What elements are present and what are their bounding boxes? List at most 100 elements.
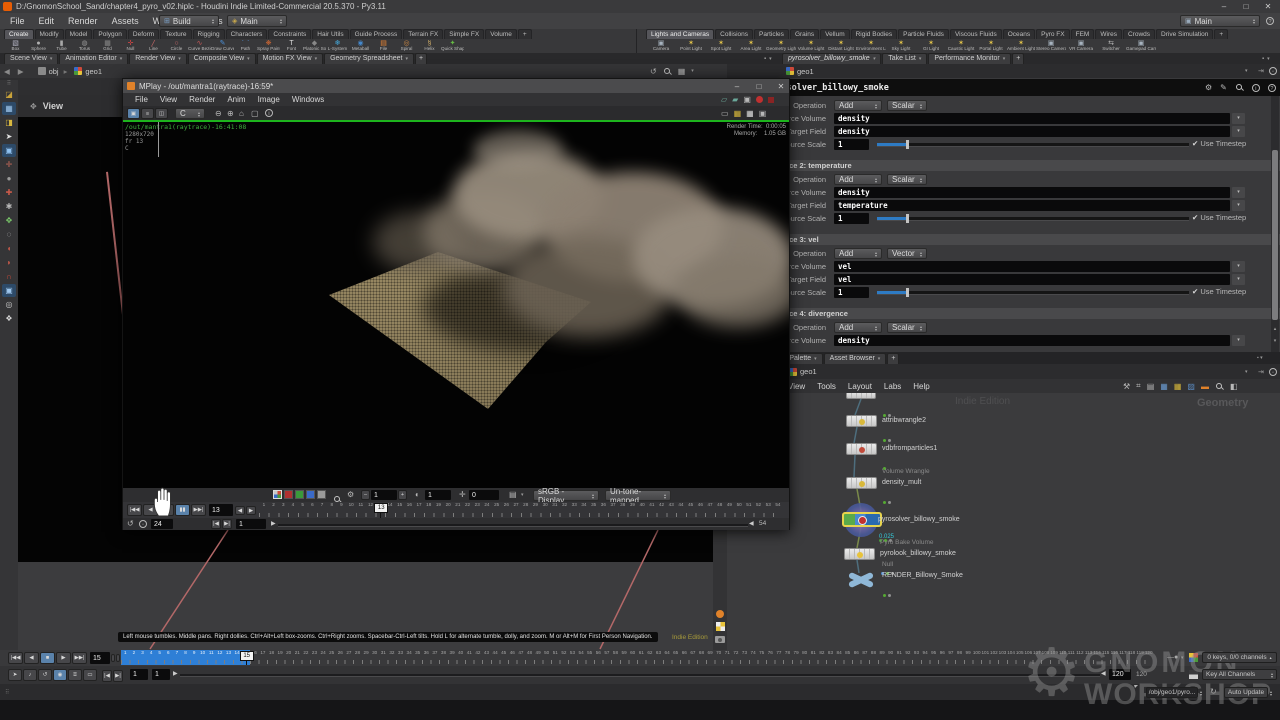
stow-handle-icon[interactable]: ⠿ xyxy=(0,80,18,87)
shelf-tab-vellum[interactable]: Vellum xyxy=(820,29,850,39)
shelf-tab-polygon[interactable]: Polygon xyxy=(93,29,127,39)
shelf-tool-circle[interactable]: ○Circle xyxy=(165,40,188,53)
tab-caret-icon[interactable]: ▾ xyxy=(247,54,250,64)
colorspace-select[interactable]: sRGB - Display▴▾ xyxy=(533,490,599,501)
pane-menu-icon[interactable]: ▪ xyxy=(764,56,766,62)
target_field-field-1[interactable]: density xyxy=(834,126,1230,137)
network-node-pyrolook_billowy_smoke[interactable] xyxy=(844,548,875,560)
network-node-partial[interactable] xyxy=(846,393,876,399)
shelf-tab-volume[interactable]: Volume xyxy=(485,29,517,39)
snap-tool-icon[interactable]: ✱ xyxy=(2,200,16,213)
pane-tab-scene-view[interactable]: Scene View▾ xyxy=(4,53,58,64)
auto-update-updn-icon[interactable]: ▴▾ xyxy=(1270,690,1272,696)
snapshot-tool-icon[interactable]: ◨ xyxy=(2,116,16,129)
pane-tab--[interactable]: + xyxy=(1012,53,1024,64)
mplay-loop-icon[interactable]: ↺ xyxy=(127,519,134,528)
source_volume-field-3[interactable]: vel xyxy=(834,261,1230,272)
shelf-tab-fem[interactable]: FEM xyxy=(1071,29,1095,39)
home-icon[interactable]: ⌂ xyxy=(239,109,244,118)
mplay-close-button[interactable]: ✕ xyxy=(773,82,789,91)
grid-toggle-icon[interactable] xyxy=(716,622,725,631)
target_field-menu-icon-1[interactable]: ▾ xyxy=(1232,126,1245,137)
network-menu-help[interactable]: Help xyxy=(907,382,935,391)
shelf-tool-point-light[interactable]: ✶Point Light xyxy=(676,40,706,53)
fit-icon[interactable]: ▢ xyxy=(251,109,259,118)
shelf-tab-pyro-fx[interactable]: Pyro FX xyxy=(1036,29,1069,39)
shelf-tool-path[interactable]: ⌒Path xyxy=(234,40,257,53)
shelf-tool-area-light[interactable]: ✶Area Light xyxy=(736,40,766,53)
network-canvas[interactable]: Indie Edition Geometry attribwrangle2vdb… xyxy=(727,393,1280,650)
dopesheet-icon[interactable]: ⌸ xyxy=(68,669,82,681)
pane-tab-pyrosolver-billowy-smoke[interactable]: pyrosolver_billowy_smoke▾ xyxy=(782,53,881,64)
key-all-channels-button[interactable]: Key All Channels▴▾ xyxy=(1202,669,1277,680)
keyframe-icon[interactable] xyxy=(1189,670,1198,679)
network-path-caret-icon[interactable]: ▾ xyxy=(1245,369,1248,375)
shelf-tab-constraints[interactable]: Constraints xyxy=(268,29,311,39)
network-display-icon[interactable]: ◧ xyxy=(1230,382,1238,391)
maximize-button[interactable]: □ xyxy=(1238,2,1254,11)
source-scale-slider-track-3[interactable] xyxy=(877,291,1189,295)
shelf-tool-quick-shapes[interactable]: ✦Quick Shapes xyxy=(441,40,464,53)
mplay-fps-field[interactable]: 24 xyxy=(151,519,173,529)
timeline-ruler[interactable]: 1234567891011121314151617181920212223242… xyxy=(121,650,1153,665)
mid-tab-asset-browser[interactable]: Asset Browser▾ xyxy=(824,353,887,364)
path-caret-icon[interactable]: ▾ xyxy=(691,68,694,74)
color-palette-yellow-icon[interactable]: ▦ xyxy=(1174,382,1182,391)
shelf-tab-particle-fluids[interactable]: Particle Fluids xyxy=(898,29,949,39)
record-icon[interactable] xyxy=(756,96,763,103)
shelf-tool-vr-camera[interactable]: ▣VR Camera xyxy=(1066,40,1096,53)
source-scale-field-3[interactable]: 1 xyxy=(834,287,869,298)
desktop-right-select[interactable]: ▣Main▴▾ xyxy=(1180,15,1260,27)
param-scrollbar-thumb[interactable] xyxy=(1272,150,1278,320)
snapshot-dot-icon[interactable] xyxy=(716,610,724,618)
operation-select-3[interactable]: Add▴▾ xyxy=(834,248,882,259)
shelf-tool-tube[interactable]: ▮Tube xyxy=(50,40,73,53)
forward-icon[interactable]: ▶ xyxy=(14,67,28,76)
source_volume-field-4[interactable]: density xyxy=(834,335,1230,346)
mplay-slider-right-handle[interactable]: ◀ xyxy=(749,520,754,527)
stop-button[interactable]: ■ xyxy=(40,652,55,664)
source-scale-field-2[interactable]: 1 xyxy=(834,213,869,224)
shelf-tab-hair-utils[interactable]: Hair Utils xyxy=(312,29,348,39)
lut-icon[interactable]: ▤ xyxy=(509,490,517,499)
tonemap-select[interactable]: Un-tone-mapped▴▾ xyxy=(605,490,671,501)
shelf-tool-font[interactable]: TFont xyxy=(280,40,303,53)
mid-tab-+[interactable]: + xyxy=(887,353,899,364)
shelf-tool-spiral[interactable]: ◎Spiral xyxy=(395,40,418,53)
target_field-menu-icon-2[interactable]: ▾ xyxy=(1232,200,1245,211)
breadcrumb-obj[interactable]: obj xyxy=(36,67,59,76)
source-scale-slider-track-1[interactable] xyxy=(877,143,1189,147)
alpha-channel-icon[interactable] xyxy=(317,490,326,499)
pane-tab-animation-editor[interactable]: Animation Editor▾ xyxy=(59,53,128,64)
mplay-maximize-button[interactable]: □ xyxy=(751,82,767,91)
filmstrip-icon[interactable]: ≡ xyxy=(141,108,154,119)
node-flag-icon[interactable] xyxy=(883,594,886,597)
tab-caret-icon[interactable]: ▾ xyxy=(120,54,123,64)
mplay-slider-track[interactable] xyxy=(278,524,748,527)
control-gear-icon[interactable]: ⚙ xyxy=(347,490,354,499)
shelf-tab-deform[interactable]: Deform xyxy=(128,29,159,39)
network-target-icon[interactable]: ◦ xyxy=(1269,368,1277,376)
shelf-tool-geometry-light[interactable]: ✶Geometry Light xyxy=(766,40,796,53)
go-start-button[interactable]: |◀◀ xyxy=(8,652,23,664)
tab-caret-icon[interactable]: ▾ xyxy=(873,54,876,64)
tab-caret-icon[interactable]: ▾ xyxy=(919,54,922,64)
current-frame-field[interactable]: 15 xyxy=(90,652,110,664)
wrench-icon[interactable]: ⚒ xyxy=(1123,382,1130,391)
shelf-tool-distant-light[interactable]: ✶Distant Light xyxy=(826,40,856,53)
target_field-menu-icon-3[interactable]: ▾ xyxy=(1232,274,1245,285)
network-node-pyrosolver_billowy_smoke[interactable] xyxy=(842,512,882,527)
sim-cache-icon[interactable]: ▭ xyxy=(83,669,97,681)
shelf-tab-guide-process[interactable]: Guide Process xyxy=(350,29,403,39)
mplay-menu-anim[interactable]: Anim xyxy=(221,95,251,104)
shelf-tool-spot-light[interactable]: ✶Spot Light xyxy=(706,40,736,53)
shelf-tab-create[interactable]: Create xyxy=(4,29,34,39)
target_field-field-3[interactable]: vel xyxy=(834,274,1230,285)
magnet-3-icon[interactable]: ∩ xyxy=(2,270,16,283)
pane-tab-composite-view[interactable]: Composite View▾ xyxy=(188,53,256,64)
shelf-tab-lights-and-cameras[interactable]: Lights and Cameras xyxy=(646,29,714,39)
scroll-down-icon[interactable]: ▾ xyxy=(1271,338,1279,344)
search-icon[interactable] xyxy=(663,67,672,76)
compare-icon[interactable]: ▰ xyxy=(732,95,738,104)
shelf-tab-texture[interactable]: Texture xyxy=(160,29,191,39)
